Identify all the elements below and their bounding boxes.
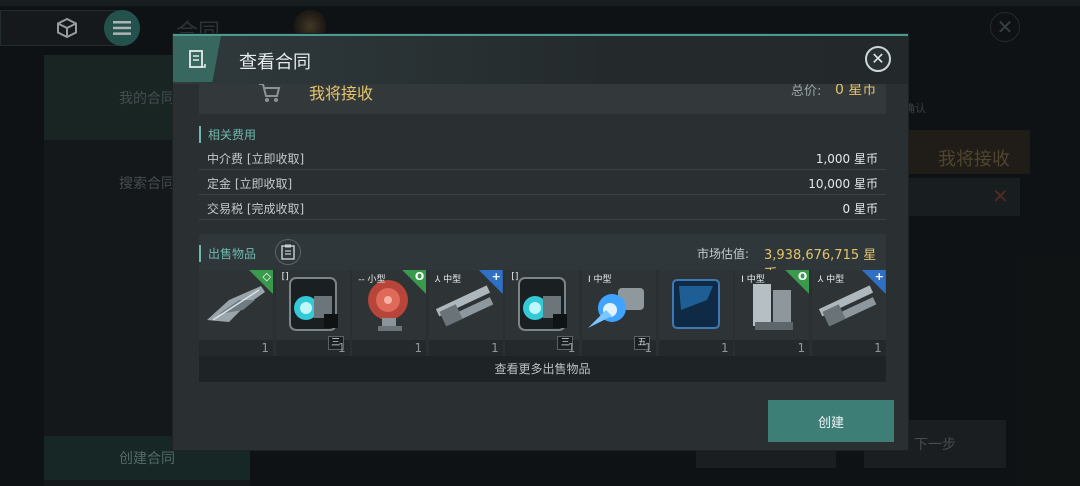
item-quantity: 1 [644,341,652,355]
dialog-icon-box [173,36,221,82]
receive-label: 我将接收 [309,84,374,103]
fee-row: 中介费 [立即收取] 1,000 星币 [199,145,886,170]
fee-name: 中介费 [立即收取] [207,152,305,166]
item-slot[interactable]: -- 小型 O 1 [352,270,427,356]
item-size-tag: -- 小型 [358,275,386,285]
receive-total-value: 0 星币 [835,84,877,98]
item-slot[interactable]: ◇ 1 [199,270,273,356]
fee-name: 定金 [立即收取] [207,177,293,191]
item-size-tag: [] [511,272,519,282]
item-quantity: 1 [414,341,423,355]
fee-name: 交易税 [完成收取] [207,202,305,216]
item-slot[interactable]: I 中型五 1 [582,270,656,356]
view-more-items-button[interactable]: 查看更多出售物品 [199,356,886,382]
fee-row: 定金 [立即收取] 10,000 星币 [199,170,886,195]
item-size-tag: ⅄ 中型 [434,275,462,285]
fee-value: 0 星币 [842,202,878,216]
item-quantity: 1 [567,341,576,355]
item-slot[interactable]: ⅄ 中型 +1 [811,270,886,356]
dialog-close-button[interactable]: ✕ [865,46,891,72]
rarity-glyph: O [797,270,808,283]
item-slot[interactable]: I 中型 O 1 [735,270,810,356]
sell-items-header: 出售物品 市场估值: 3,938,676,715 星币 [199,234,886,282]
dialog-header: 查看合同 ✕ [173,36,908,84]
item-list-button[interactable] [275,239,301,265]
item-quantity: 1 [720,341,729,355]
receive-total-label: 总价: [791,84,822,99]
rarity-glyph: ◇ [262,270,271,283]
item-slot[interactable]: ⅄ 中型 +1 [428,270,503,356]
fee-value: 10,000 星币 [808,177,878,191]
item-quantity: 1 [337,341,346,355]
data-chip-icon [658,270,733,340]
close-icon: ✕ [871,49,885,68]
rarity-glyph: + [874,270,884,283]
dialog-content[interactable]: 我将接收 总价: 0 星币 相关费用 中介费 [立即收取] 1,000 星币 定… [199,84,886,384]
market-value-label: 市场估值: [697,247,750,261]
receive-row: 我将接收 总价: 0 星币 [199,84,886,114]
rarity-glyph: O [414,270,425,283]
create-button[interactable]: 创建 [768,400,894,442]
dialog-title: 查看合同 [239,52,311,73]
item-quantity: 1 [874,341,882,355]
sell-section-title: 出售物品 [199,245,256,262]
sell-items-grid: ◇ 1[] 三 1 -- 小型 O 1 ⅄ 中型 +1[] 三 1 I 中型五 1 1 I 中型 O 1 ⅄ 中型… [199,270,886,356]
item-slot[interactable]: [] 三 1 [505,270,580,356]
item-size-tag: [] [281,272,289,282]
rarity-glyph: + [491,270,501,283]
item-quantity: 1 [797,341,806,355]
clipboard-icon [281,244,295,260]
cart-icon [259,84,281,102]
item-size-tag: I 中型 [588,275,612,285]
item-size-tag: I 中型 [741,275,765,285]
item-size-tag: ⅄ 中型 [817,275,845,285]
fees-section-title: 相关费用 [199,126,256,143]
fee-value: 1,000 星币 [815,152,878,166]
view-contract-dialog: 查看合同 ✕ 我将接收 总价: 0 星币 相关费用 中介费 [立即收取] 1,0… [173,34,908,450]
item-quantity: 1 [261,341,269,355]
scroll-icon [189,50,206,68]
item-quantity: 1 [491,341,499,355]
item-slot[interactable]: 1 [658,270,733,356]
fee-row: 交易税 [完成收取] 0 星币 [199,195,886,220]
item-slot[interactable]: [] 三 1 [275,270,350,356]
